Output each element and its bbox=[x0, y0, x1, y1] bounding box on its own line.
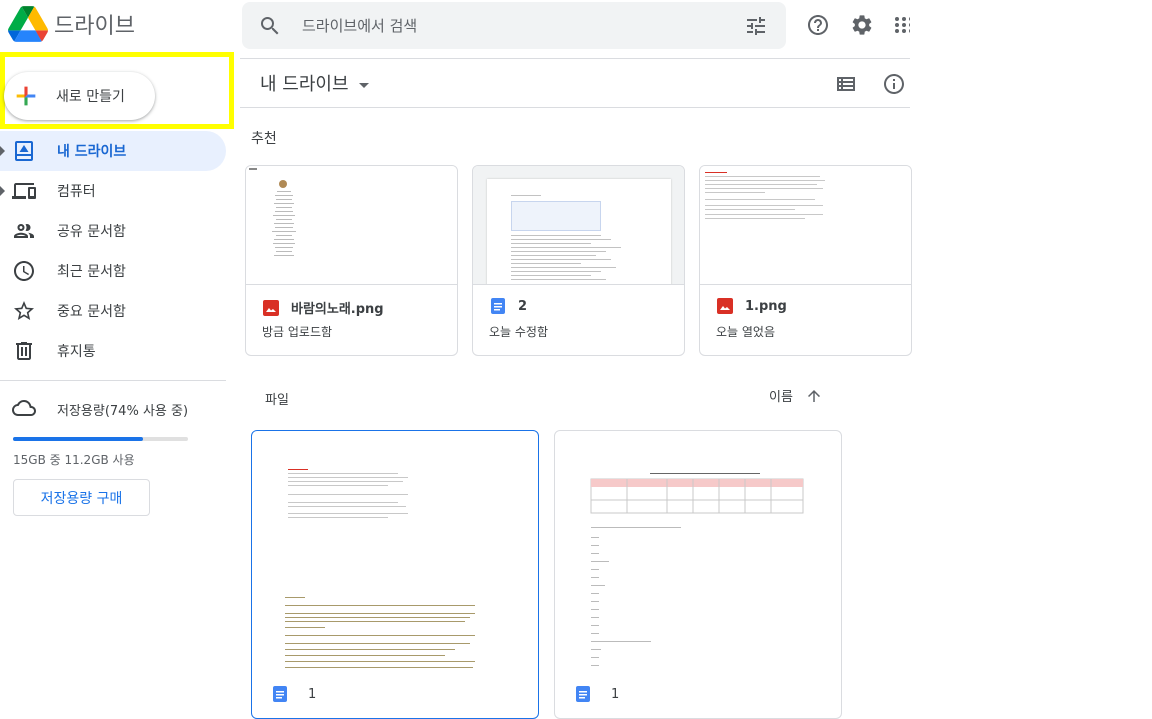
sidebar-item-starred[interactable]: 중요 문서함 bbox=[0, 291, 226, 331]
recent-icon bbox=[14, 261, 34, 281]
sidebar-item-label: 컴퓨터 bbox=[57, 184, 96, 200]
storage-progress-bar bbox=[13, 437, 188, 441]
help-icon[interactable] bbox=[806, 13, 830, 37]
search-input[interactable] bbox=[302, 16, 744, 35]
file-info-row: 1 bbox=[272, 686, 316, 702]
sidebar-item-recent[interactable]: 최근 문서함 bbox=[0, 251, 226, 291]
sidebar-item-label: 중요 문서함 bbox=[57, 304, 126, 320]
sidebar-item-computers[interactable]: 컴퓨터 bbox=[0, 171, 226, 211]
starred-icon bbox=[14, 301, 34, 320]
file-name: 바람의노래.png bbox=[291, 302, 384, 317]
expand-caret-icon[interactable] bbox=[0, 146, 5, 156]
file-name: 2 bbox=[518, 298, 528, 314]
doc-page-thumbnail bbox=[285, 469, 475, 668]
file-activity: 오늘 열었음 bbox=[716, 325, 776, 339]
docs-file-icon bbox=[576, 686, 590, 702]
chevron-down-icon bbox=[358, 82, 369, 88]
sidebar-item-label: 내 드라이브 bbox=[57, 144, 127, 160]
sort-control[interactable]: 이름 bbox=[769, 386, 823, 405]
doc-text-lines bbox=[511, 195, 621, 280]
sidebar-item-label: 공유 문서함 bbox=[57, 224, 126, 240]
docs-file-icon bbox=[273, 686, 287, 702]
file-info-row: 바람의노래.png bbox=[263, 298, 384, 317]
docs-file-icon bbox=[491, 298, 505, 314]
header-divider bbox=[240, 58, 910, 59]
buy-storage-button[interactable]: 저장용량 구매 bbox=[13, 479, 150, 516]
suggested-heading: 추천 bbox=[251, 131, 277, 147]
toolbar-divider bbox=[240, 107, 910, 108]
sidebar-item-trash[interactable]: 휴지통 bbox=[0, 331, 226, 371]
file-card[interactable]: 1 bbox=[251, 430, 539, 719]
apps-icon[interactable] bbox=[894, 13, 910, 37]
file-activity: 오늘 수정함 bbox=[489, 325, 549, 339]
drive-logo[interactable]: 드라이브 bbox=[8, 4, 135, 44]
new-button-label: 새로 만들기 bbox=[56, 89, 125, 105]
my-drive-icon bbox=[15, 141, 33, 161]
drive-logo-icon bbox=[8, 6, 48, 42]
sidebar-item-label: 최근 문서함 bbox=[57, 264, 126, 280]
app-title: 드라이브 bbox=[54, 14, 135, 39]
storage-label: 저장용량(74% 사용 중) bbox=[57, 404, 189, 419]
file-info-row: 2 bbox=[490, 298, 527, 314]
sidebar-item-shared[interactable]: 공유 문서함 bbox=[0, 211, 226, 251]
sidebar-nav: 내 드라이브 컴퓨터 공유 문서함 최근 문서함 중요 문서함 휴지통 bbox=[0, 131, 226, 371]
file-activity: 방금 업로드함 bbox=[262, 325, 333, 339]
settings-icon[interactable] bbox=[850, 13, 874, 37]
suggested-card[interactable]: 2 오늘 수정함 bbox=[472, 165, 685, 356]
sort-label: 이름 bbox=[769, 390, 793, 405]
file-thumbnail bbox=[700, 166, 911, 285]
sidebar-item-my-drive[interactable]: 내 드라이브 bbox=[0, 131, 226, 171]
file-info-row: 1.png bbox=[717, 298, 787, 314]
file-thumbnail bbox=[473, 166, 684, 285]
expand-caret-icon[interactable] bbox=[0, 186, 5, 196]
storage-usage-text: 15GB 중 11.2GB 사용 bbox=[13, 453, 135, 467]
image-file-icon bbox=[263, 299, 279, 316]
breadcrumb[interactable]: 내 드라이브 bbox=[260, 70, 369, 96]
cloud-icon bbox=[12, 400, 36, 416]
list-view-icon[interactable] bbox=[834, 72, 858, 96]
shared-icon bbox=[14, 224, 34, 238]
info-icon[interactable] bbox=[882, 72, 906, 96]
arrow-up-icon[interactable] bbox=[805, 387, 823, 405]
poem-image-thumbnail bbox=[249, 168, 296, 256]
file-name: 1.png bbox=[745, 298, 787, 314]
sidebar-item-label: 휴지통 bbox=[57, 344, 96, 360]
sidebar-divider bbox=[0, 380, 226, 381]
file-name: 1 bbox=[611, 686, 620, 702]
computers-icon bbox=[12, 183, 36, 199]
plus-icon bbox=[16, 86, 36, 106]
new-button[interactable]: 새로 만들기 bbox=[4, 72, 155, 120]
search-icon[interactable] bbox=[258, 14, 282, 38]
text-image-thumbnail bbox=[705, 172, 825, 219]
file-thumbnail bbox=[555, 431, 841, 676]
files-heading: 파일 bbox=[265, 393, 289, 408]
file-thumbnail bbox=[246, 166, 457, 285]
trash-icon bbox=[16, 342, 32, 360]
file-thumbnail bbox=[252, 431, 538, 676]
suggested-card[interactable]: 1.png 오늘 열었음 bbox=[699, 165, 912, 356]
file-name: 1 bbox=[308, 686, 317, 702]
image-file-icon bbox=[717, 298, 733, 314]
file-info-row: 1 bbox=[575, 686, 619, 702]
file-card[interactable]: 1 bbox=[554, 430, 842, 719]
doc-page-thumbnail bbox=[590, 473, 804, 666]
search-options-icon[interactable] bbox=[744, 14, 768, 38]
document-page bbox=[487, 179, 671, 284]
breadcrumb-label: 내 드라이브 bbox=[260, 74, 349, 95]
storage-progress-fill bbox=[13, 437, 143, 441]
suggested-card[interactable]: 바람의노래.png 방금 업로드함 bbox=[245, 165, 458, 356]
search-bar[interactable] bbox=[242, 2, 786, 49]
